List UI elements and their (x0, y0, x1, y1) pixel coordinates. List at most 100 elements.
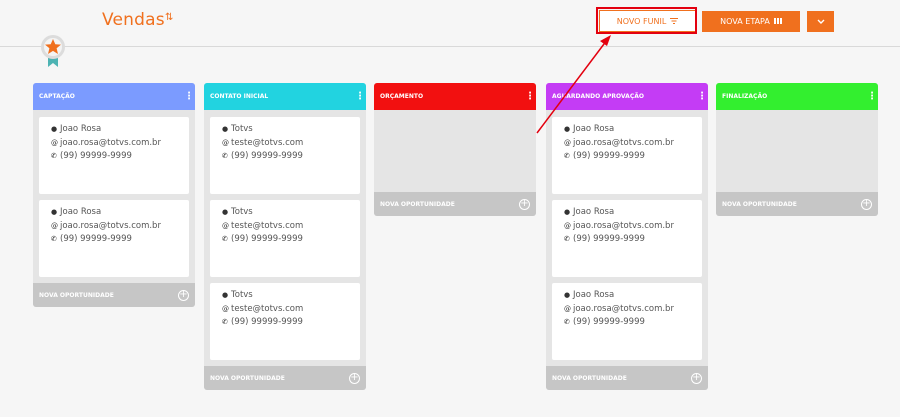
novo-funil-label: NOVO FUNIL (616, 16, 667, 26)
novo-funil-button[interactable]: NOVO FUNIL (599, 10, 696, 32)
card-email: joao.rosa@totvs.com.br (573, 137, 674, 148)
column-finalizacao: FINALIZAÇÃO ⋮ NOVA OPORTUNIDADE + (716, 83, 878, 216)
card-name: Joao Rosa (60, 124, 102, 134)
card-name: Totvs (231, 290, 253, 300)
user-icon: ● (51, 125, 58, 133)
card-phone: (99) 99999-9999 (60, 151, 132, 161)
phone-icon: ✆ (564, 318, 570, 326)
new-opportunity-label: NOVA OPORTUNIDADE (552, 374, 627, 382)
phone-icon: ✆ (222, 152, 228, 160)
nova-etapa-label: NOVA ETAPA (720, 17, 770, 26)
new-opportunity-button[interactable]: NOVA OPORTUNIDADE + (204, 366, 366, 390)
card-email: teste@totvs.com (231, 220, 304, 231)
opportunity-card[interactable]: ● Totvs @ teste@totvs.com ✆ (99) 99999-9999 (210, 200, 360, 277)
new-opportunity-button[interactable]: NOVA OPORTUNIDADE + (33, 283, 195, 307)
opportunity-card[interactable]: ● Totvs @ teste@totvs.com ✆ (99) 99999-9999 (210, 283, 360, 360)
column-header: CONTATO INICIAL ⋮ (204, 83, 366, 110)
card-name: Joao Rosa (60, 207, 102, 217)
phone-icon: ✆ (51, 152, 57, 160)
new-opportunity-button[interactable]: NOVA OPORTUNIDADE + (546, 366, 708, 390)
at-icon: @ (564, 138, 571, 147)
chevron-down-icon (817, 17, 825, 26)
kebab-menu-icon[interactable]: ⋮ (697, 91, 707, 102)
user-icon: ● (51, 208, 58, 216)
card-name: Joao Rosa (573, 290, 615, 300)
user-icon: ● (564, 208, 571, 216)
card-name: Joao Rosa (573, 124, 615, 134)
opportunity-card[interactable]: ● Joao Rosa @ joao.rosa@totvs.com.br ✆ (99)… (552, 200, 702, 277)
card-name: Totvs (231, 207, 253, 217)
page-header: Vendas ⇅ NOVO FUNIL NOVA ETAPA (0, 0, 900, 48)
column-aguardando-aprovacao: AGUARDANDO APROVAÇÃO ⋮ ● Joao Rosa @ joao.… (546, 83, 708, 390)
column-header: ORÇAMENTO ⋮ (374, 83, 536, 110)
new-opportunity-label: NOVA OPORTUNIDADE (722, 200, 797, 208)
card-phone: (99) 99999-9999 (573, 151, 645, 161)
user-icon: ● (222, 291, 229, 299)
card-phone: (99) 99999-9999 (231, 317, 303, 327)
phone-icon: ✆ (222, 235, 228, 243)
plus-circle-icon: + (178, 288, 189, 301)
phone-icon: ✆ (564, 235, 570, 243)
card-email: joao.rosa@totvs.com.br (573, 220, 674, 231)
header-divider (0, 46, 900, 47)
card-phone: (99) 99999-9999 (573, 234, 645, 244)
column-title: CAPTAÇÃO (39, 93, 75, 100)
column-title: ORÇAMENTO (380, 93, 424, 100)
user-icon: ● (222, 125, 229, 133)
new-opportunity-button[interactable]: NOVA OPORTUNIDADE + (716, 192, 878, 216)
card-email: teste@totvs.com (231, 137, 304, 148)
column-contato-inicial: CONTATO INICIAL ⋮ ● Totvs @ teste@totvs.co… (204, 83, 366, 390)
plus-circle-icon: + (861, 197, 872, 210)
opportunity-card[interactable]: ● Joao Rosa @ joao.rosa@totvs.com.br ✆ (99)… (552, 283, 702, 360)
opportunity-card[interactable]: ● Joao Rosa @ joao.rosa@totvs.com.br ✆ (99)… (552, 117, 702, 194)
empty-column-area (716, 110, 878, 190)
card-phone: (99) 99999-9999 (60, 234, 132, 244)
card-name: Joao Rosa (573, 207, 615, 217)
new-opportunity-button[interactable]: NOVA OPORTUNIDADE + (374, 192, 536, 216)
user-icon: ● (564, 125, 571, 133)
card-phone: (99) 99999-9999 (231, 234, 303, 244)
at-icon: @ (222, 138, 229, 147)
kebab-menu-icon[interactable]: ⋮ (355, 91, 365, 102)
card-phone: (99) 99999-9999 (231, 151, 303, 161)
sort-arrows-icon[interactable]: ⇅ (165, 13, 173, 23)
more-options-button[interactable] (807, 11, 834, 32)
column-title: FINALIZAÇÃO (722, 93, 768, 100)
card-name: Totvs (231, 124, 253, 134)
user-icon: ● (564, 291, 571, 299)
column-title: CONTATO INICIAL (210, 93, 269, 100)
at-icon: @ (222, 304, 229, 313)
column-captacao: CAPTAÇÃO ⋮ ● Joao Rosa @ joao.rosa@totvs.c… (33, 83, 195, 307)
phone-icon: ✆ (222, 318, 228, 326)
phone-icon: ✆ (564, 152, 570, 160)
card-email: teste@totvs.com (231, 303, 304, 314)
opportunity-card[interactable]: ● Joao Rosa @ joao.rosa@totvs.com.br ✆ (99)… (39, 117, 189, 194)
card-email: joao.rosa@totvs.com.br (60, 220, 161, 231)
new-opportunity-label: NOVA OPORTUNIDADE (39, 291, 114, 299)
opportunity-card[interactable]: ● Totvs @ teste@totvs.com ✆ (99) 99999-9999 (210, 117, 360, 194)
column-header: AGUARDANDO APROVAÇÃO ⋮ (546, 83, 708, 110)
kebab-menu-icon[interactable]: ⋮ (867, 91, 877, 102)
at-icon: @ (564, 221, 571, 230)
new-opportunity-label: NOVA OPORTUNIDADE (380, 200, 455, 208)
card-phone: (99) 99999-9999 (573, 317, 645, 327)
plus-circle-icon: + (691, 371, 702, 384)
empty-column-area (374, 110, 536, 190)
card-email: joao.rosa@totvs.com.br (573, 303, 674, 314)
card-email: joao.rosa@totvs.com.br (60, 137, 161, 148)
at-icon: @ (51, 138, 58, 147)
at-icon: @ (51, 221, 58, 230)
opportunity-card[interactable]: ● Joao Rosa @ joao.rosa@totvs.com.br ✆ (99)… (39, 200, 189, 277)
kebab-menu-icon[interactable]: ⋮ (525, 91, 535, 102)
filter-icon (670, 17, 679, 26)
at-icon: @ (222, 221, 229, 230)
column-orcamento: ORÇAMENTO ⋮ NOVA OPORTUNIDADE + (374, 83, 536, 216)
plus-circle-icon: + (349, 371, 360, 384)
column-header: CAPTAÇÃO ⋮ (33, 83, 195, 110)
nova-etapa-button[interactable]: NOVA ETAPA (702, 11, 800, 32)
kebab-menu-icon[interactable]: ⋮ (184, 91, 194, 102)
column-title: AGUARDANDO APROVAÇÃO (552, 93, 644, 100)
plus-circle-icon: + (519, 197, 530, 210)
columns-icon (773, 17, 782, 26)
user-icon: ● (222, 208, 229, 216)
